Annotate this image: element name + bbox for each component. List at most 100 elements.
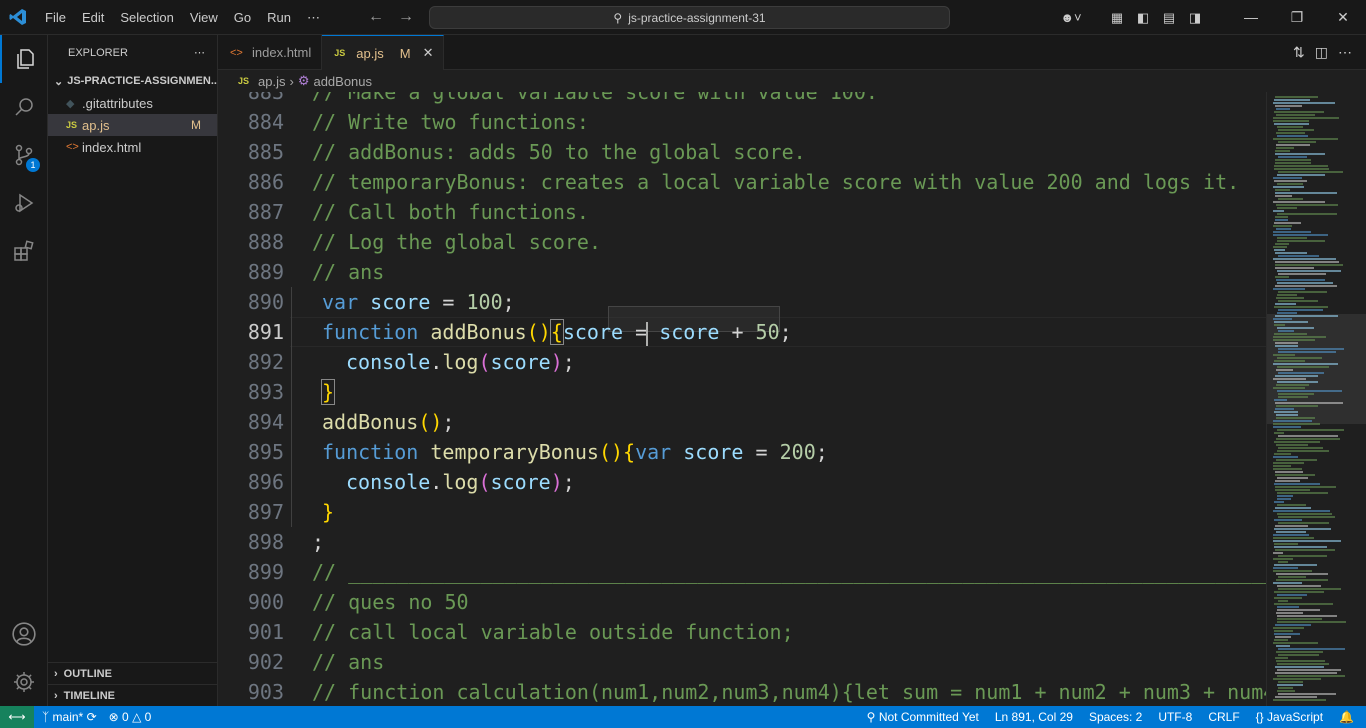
menu-run[interactable]: Run [259, 0, 299, 35]
extensions-icon[interactable] [0, 227, 48, 275]
timeline-section[interactable]: › TIMELINE [48, 684, 218, 706]
minimap[interactable] [1266, 92, 1366, 706]
blame-status[interactable]: ⚲ Not Committed Yet [867, 710, 979, 724]
chevron-down-icon: ⌄ [54, 75, 64, 88]
back-arrow-icon[interactable]: ← [368, 8, 384, 26]
split-editor-icon[interactable]: ◫ [1315, 44, 1328, 61]
problems-status[interactable]: ⊗ 0 △ 0 [109, 710, 152, 724]
workspace-folder[interactable]: ⌄ JS-PRACTICE-ASSIGNMEN... [48, 70, 217, 92]
code-line: 885 // addBonus: adds 50 to the global sc… [218, 137, 1266, 167]
minimap-line [1277, 585, 1321, 587]
run-debug-icon[interactable] [0, 179, 48, 227]
git-file-icon: ◆ [66, 97, 75, 110]
toggle-primary-sidebar-icon[interactable]: ◧ [1130, 10, 1156, 26]
minimap-line [1278, 516, 1335, 518]
account-icon[interactable] [0, 610, 48, 658]
minimap-line [1274, 411, 1298, 413]
cursor-position[interactable]: Ln 891, Col 29 [995, 710, 1073, 724]
error-count: 0 [122, 710, 129, 724]
minimap-line [1278, 351, 1336, 353]
minimap-line [1275, 192, 1337, 194]
breadcrumb-file[interactable]: ap.js [258, 74, 285, 89]
symbol-method-icon: ⚙ [297, 73, 310, 88]
minimap-line [1275, 264, 1343, 266]
language-mode[interactable]: {} JavaScript [1256, 710, 1323, 724]
minimap-line [1278, 447, 1323, 449]
minimap-line [1277, 183, 1303, 185]
branch-status[interactable]: ᛉ main* ⟳ [42, 710, 97, 724]
encoding[interactable]: UTF-8 [1158, 710, 1192, 724]
file-item-ap-js[interactable]: JS ap.js M [48, 114, 217, 136]
token-punct: ; [562, 350, 575, 374]
end-of-line[interactable]: CRLF [1208, 710, 1239, 724]
code-text: // temporaryBonus: creates a local varia… [312, 170, 1240, 194]
line-number: 902 [247, 650, 284, 674]
menu-more[interactable]: ⋯ [299, 0, 328, 35]
modified-badge: M [191, 118, 201, 132]
warning-count: 0 [144, 710, 152, 724]
manage-gear-icon[interactable] [0, 658, 48, 706]
remote-indicator-icon[interactable]: ⟷ [0, 706, 34, 728]
error-icon: ⊗ [108, 710, 119, 724]
minimap-line [1278, 687, 1293, 689]
toggle-secondary-sidebar-icon[interactable]: ◨ [1182, 10, 1208, 26]
close-window-icon[interactable]: ✕ [1320, 9, 1366, 26]
explorer-icon[interactable] [0, 35, 48, 83]
command-center-search[interactable]: ⚲ js-practice-assignment-31 [429, 6, 950, 29]
copilot-icon[interactable]: ☻˅ [1058, 10, 1084, 25]
minimap-line [1278, 156, 1307, 158]
menu-selection[interactable]: Selection [112, 0, 181, 35]
customize-layout-icon[interactable]: ▦ [1104, 10, 1130, 26]
html-file-icon: <> [230, 46, 243, 59]
compare-changes-icon[interactable]: ⇅ [1293, 44, 1305, 61]
more-actions-icon[interactable]: ⋯ [194, 46, 205, 59]
file-item-index-html[interactable]: <> index.html [48, 136, 217, 158]
source-control-icon[interactable]: 1 [0, 131, 48, 179]
menu-go[interactable]: Go [226, 0, 259, 35]
minimap-line [1274, 630, 1293, 632]
minimize-icon[interactable]: — [1228, 9, 1274, 26]
minimap-line [1277, 663, 1329, 665]
indentation[interactable]: Spaces: 2 [1089, 710, 1142, 724]
token-number: 100 [466, 290, 503, 314]
forward-arrow-icon[interactable]: → [398, 8, 414, 26]
file-label: index.html [82, 139, 142, 155]
breadcrumb-symbol[interactable]: addBonus [313, 74, 372, 89]
tab-ap-js[interactable]: JS ap.js M ✕ [322, 35, 445, 70]
token-brace: } [322, 500, 335, 524]
menu-view[interactable]: View [182, 0, 226, 35]
minimap-line [1276, 147, 1294, 149]
code-line: 892 console.log(score); [218, 347, 1266, 377]
more-actions-icon[interactable]: ⋯ [1338, 44, 1352, 61]
minimap-line [1274, 360, 1305, 362]
outline-section[interactable]: › OUTLINE [48, 662, 218, 684]
toggle-panel-icon[interactable]: ▤ [1156, 10, 1182, 26]
menu-file[interactable]: File [37, 0, 74, 35]
minimap-line [1275, 480, 1300, 482]
minimap-line [1278, 171, 1343, 173]
tab-index-html[interactable]: <> index.html [218, 35, 323, 70]
minimap-line [1277, 495, 1293, 497]
code-text: // ans [312, 260, 385, 284]
minimap-line [1277, 282, 1333, 284]
notifications-bell-icon[interactable]: 🔔 [1339, 710, 1354, 724]
token-paren: () [418, 410, 443, 434]
file-item-gitattributes[interactable]: ◆ .gitattributes [48, 92, 217, 114]
code-text: // addBonus: adds 50 to the global score… [312, 140, 806, 164]
restore-icon[interactable]: ❐ [1274, 9, 1320, 26]
minimap-line [1275, 219, 1288, 221]
token-variable: score [683, 440, 744, 464]
menu-edit[interactable]: Edit [74, 0, 112, 35]
minimap-line [1278, 255, 1319, 257]
minimap-line [1275, 315, 1338, 317]
minimap-line [1277, 609, 1320, 611]
close-tab-icon[interactable]: ✕ [423, 45, 434, 61]
minimap-line [1278, 348, 1344, 350]
code-editor[interactable]: 883 // Make a global variable score with … [218, 92, 1266, 706]
code-text: // function calculation(num1,num2,num3,n… [312, 680, 1266, 704]
line-number: 887 [247, 200, 284, 224]
search-view-icon[interactable] [0, 83, 48, 131]
minimap-line [1275, 276, 1289, 278]
minimap-line [1274, 591, 1324, 593]
minimap-line [1273, 234, 1328, 236]
